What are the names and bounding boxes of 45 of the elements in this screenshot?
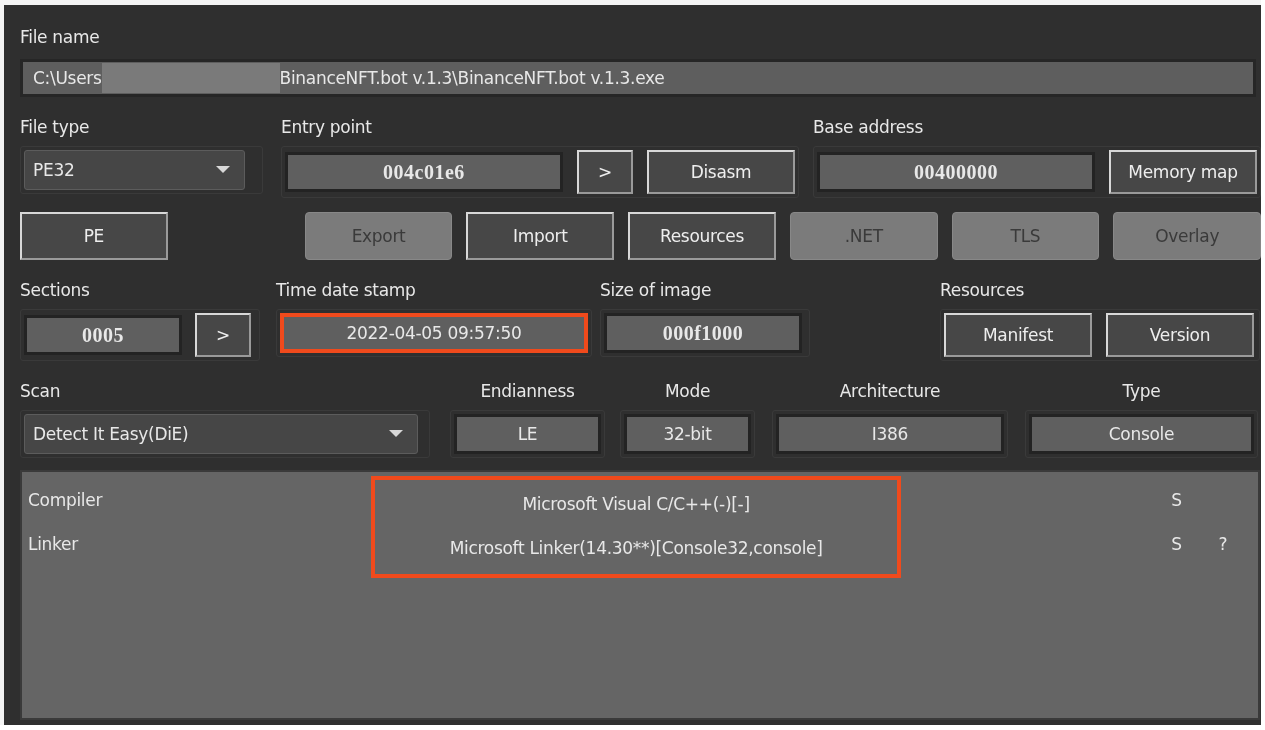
- caret-icon: [216, 166, 230, 174]
- field-label: Sections: [20, 279, 91, 302]
- section-button[interactable]: Import: [466, 212, 615, 260]
- field-label: Type: [1121, 380, 1162, 403]
- field-label: Mode: [663, 380, 712, 403]
- field-label: Entry point: [281, 116, 373, 139]
- base-address-value: 00400000: [817, 152, 1095, 192]
- sections-button[interactable]: >: [195, 313, 251, 357]
- section-button[interactable]: PE: [20, 212, 168, 260]
- memory-map-button[interactable]: Memory map: [1109, 150, 1257, 194]
- detection-type: Linker: [28, 533, 80, 556]
- detection-name: Microsoft Linker(14.30**)[Console32,console]: [449, 537, 823, 560]
- file-path-text: C:\Users: [33, 68, 102, 88]
- field-label: Size of image: [600, 279, 713, 302]
- section-button[interactable]: Resources: [628, 212, 776, 260]
- signature-label: S: [1171, 490, 1182, 510]
- signature-label: S: [1171, 534, 1182, 554]
- entry-point-button[interactable]: >: [577, 150, 633, 194]
- field-label: File type: [20, 116, 91, 139]
- sections-value: 0005: [24, 315, 182, 355]
- field-label: Scan: [20, 380, 62, 403]
- property-value: I386: [776, 414, 1004, 454]
- field-label: Time date stamp: [276, 279, 417, 302]
- file-path-text: BinanceNFT.bot v.1.3\BinanceNFT.bot v.1.3.exe: [279, 68, 665, 88]
- field-label: Architecture: [838, 380, 942, 403]
- property-value: Console: [1029, 414, 1254, 454]
- caret-icon: [389, 430, 403, 438]
- property-value: 32-bit: [624, 414, 751, 454]
- entry-point-value: 004c01e6: [285, 152, 563, 192]
- file-name-field[interactable]: C:\Users BinanceNFT.bot v.1.3\BinanceNFT.bot v.1.3.exe: [20, 59, 1256, 97]
- file-type-dropdown[interactable]: PE32: [24, 150, 245, 190]
- field-label: Resources: [940, 279, 1026, 302]
- detection-type: Compiler: [28, 489, 104, 512]
- resource-button[interactable]: Version: [1106, 313, 1254, 357]
- field-label: Base address: [813, 116, 924, 139]
- info-label: ?: [1218, 534, 1228, 554]
- scan-dropdown[interactable]: Detect It Easy(DiE): [24, 414, 418, 454]
- image-size-value: 000f1000: [604, 313, 802, 353]
- detection-name: Microsoft Visual C/C++(-)[-]: [522, 493, 750, 516]
- property-value: LE: [454, 414, 601, 454]
- timestamp-value: 2022-04-05 09:57:50: [280, 313, 588, 353]
- resource-button[interactable]: Manifest: [944, 313, 1092, 357]
- field-label: Endianness: [479, 380, 576, 403]
- field-label: File name: [20, 26, 101, 49]
- entry-point-button[interactable]: Disasm: [647, 150, 795, 194]
